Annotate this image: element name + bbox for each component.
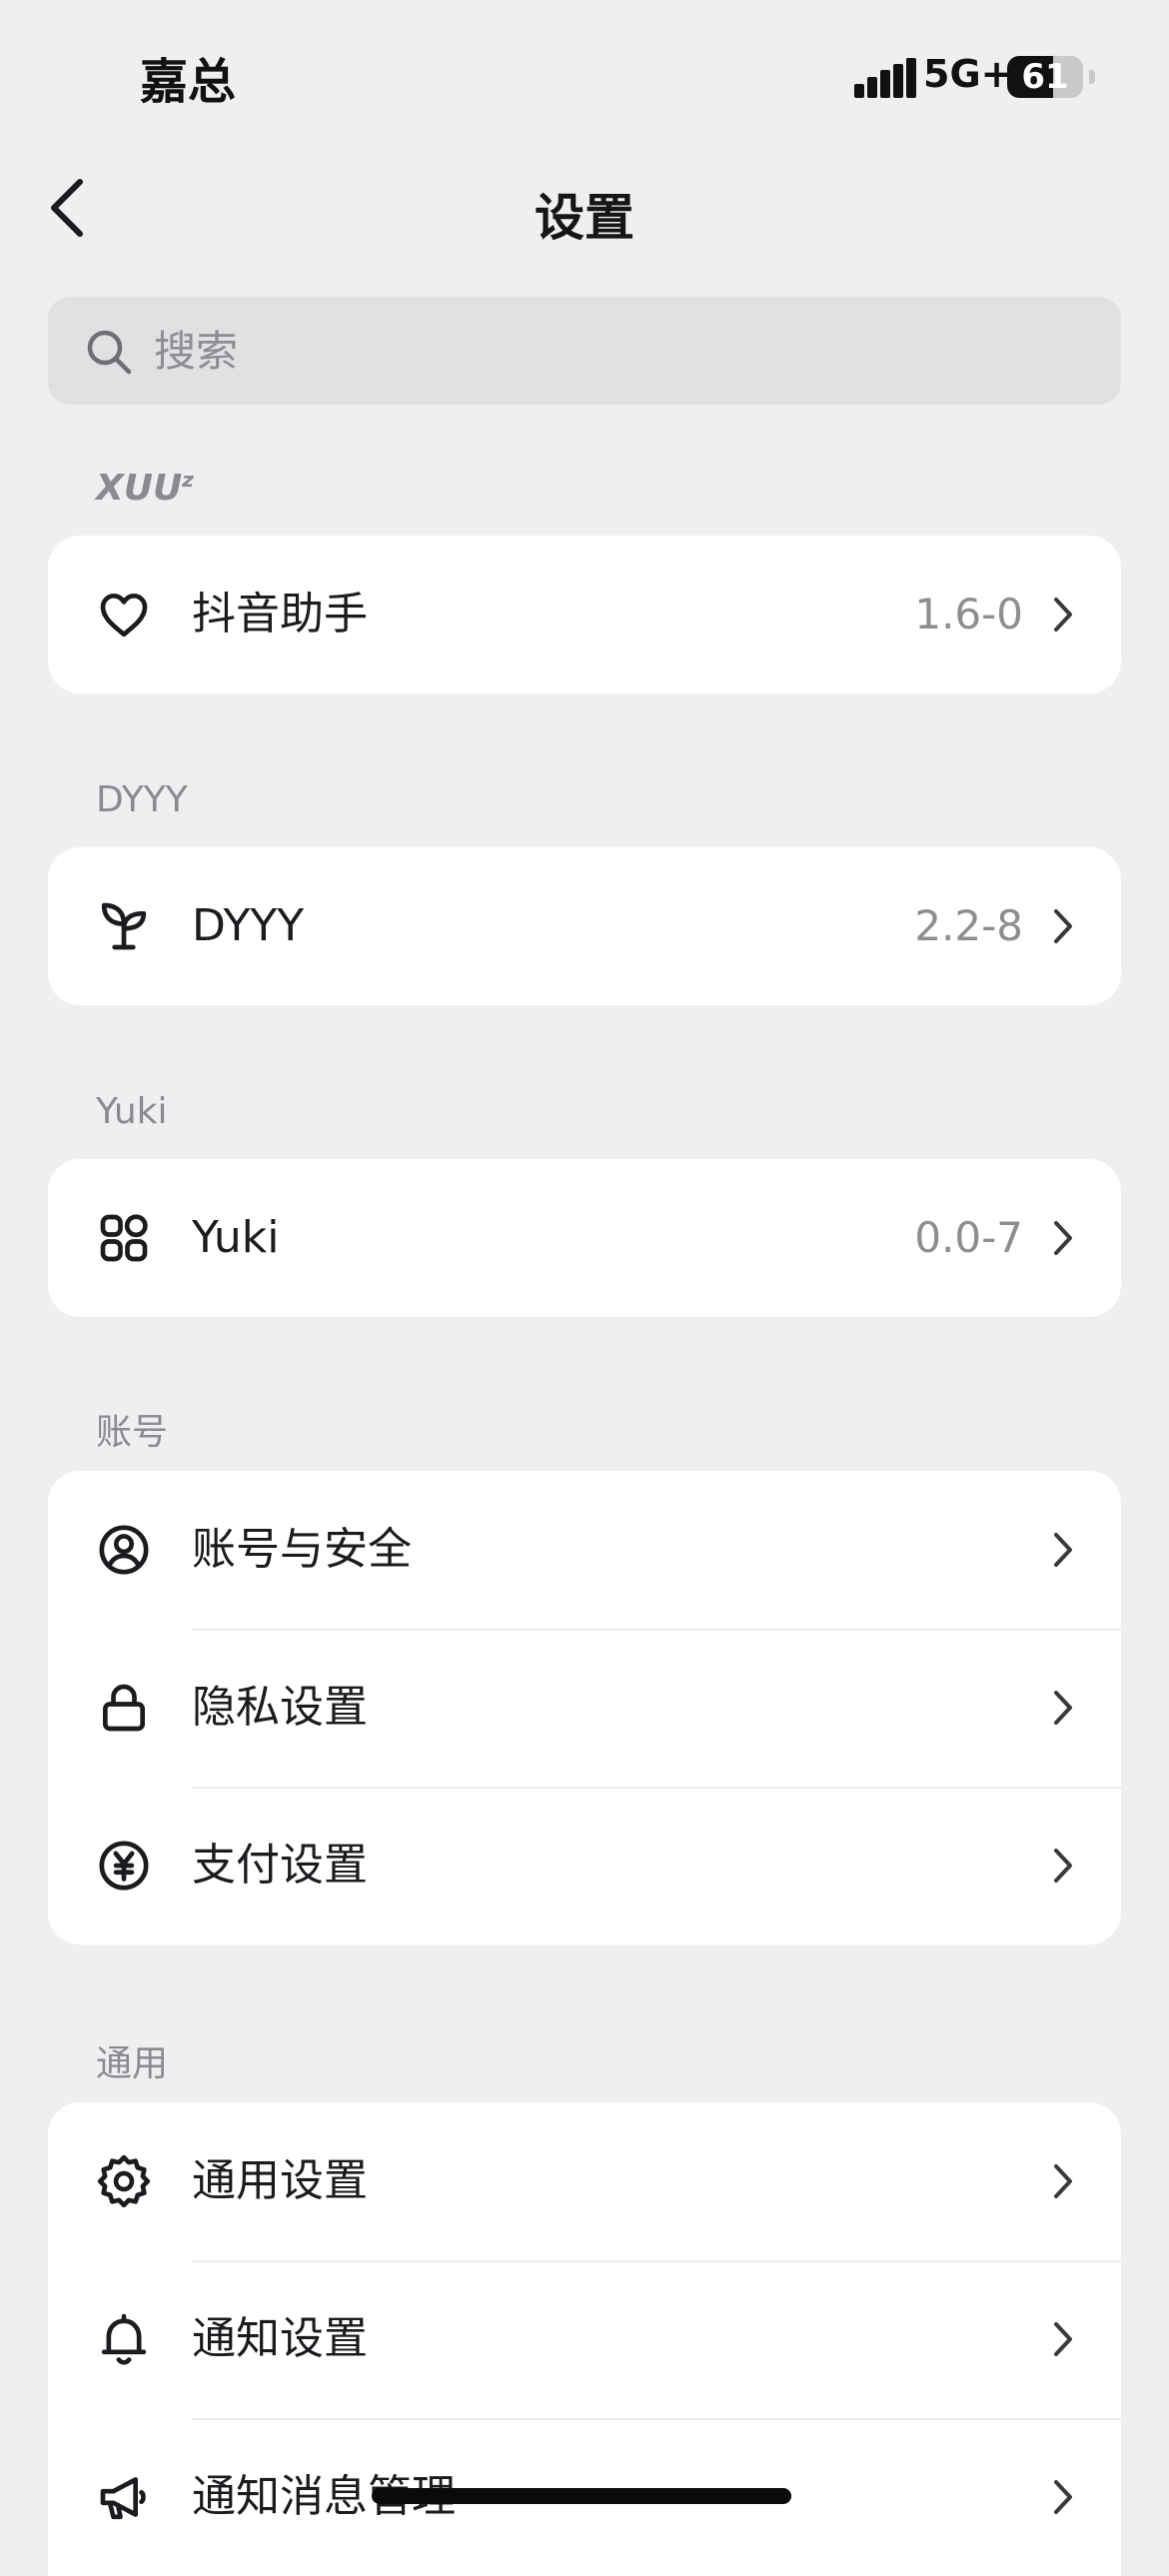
settings-row-account-security[interactable]: 账号与安全 <box>48 1471 1121 1629</box>
card-dyyy: DYYY 2.2-8 <box>48 847 1121 1005</box>
battery-icon: 61 <box>1007 56 1095 100</box>
section-label-general: 通用 <box>96 2043 169 2084</box>
user-circle-icon <box>99 1525 149 1575</box>
battery-percent: 61 <box>1021 57 1069 97</box>
section-label-xuuz-sup: z <box>182 468 194 492</box>
row-label: 通知设置 <box>192 2313 368 2364</box>
row-label: 抖音助手 <box>192 589 368 640</box>
apps-grid-icon <box>100 1214 148 1262</box>
section-label-dyyy: DYYY <box>96 779 188 820</box>
settings-row-privacy[interactable]: 隐私设置 <box>48 1629 1121 1787</box>
section-label-xuuz-text: XUU <box>96 468 183 509</box>
settings-row-notifications[interactable]: 通知设置 <box>48 2260 1121 2418</box>
chevron-right-icon <box>1054 2322 1072 2356</box>
chevron-right-icon <box>1054 1221 1072 1255</box>
chevron-right-icon <box>1054 1691 1072 1725</box>
section-label-xuuz: XUUz <box>96 468 194 509</box>
chevron-right-icon <box>1054 2480 1072 2514</box>
battery-cap <box>1089 70 1095 84</box>
bell-icon <box>101 2313 147 2365</box>
card-yuki: Yuki 0.0-7 <box>48 1159 1121 1317</box>
heart-icon <box>100 594 148 638</box>
nav-bar: 设置 <box>0 150 1169 266</box>
chevron-right-icon <box>1054 1533 1072 1567</box>
chevron-right-icon <box>1054 1849 1072 1883</box>
chevron-right-icon <box>1054 598 1072 632</box>
status-carrier: 嘉总 <box>140 54 237 110</box>
signal-icon <box>854 58 916 98</box>
search-icon <box>87 330 132 375</box>
section-label-yuki: Yuki <box>96 1091 168 1132</box>
yen-circle-icon <box>99 1841 149 1891</box>
settings-row-general[interactable]: 通用设置 <box>48 2102 1121 2260</box>
page-title: 设置 <box>535 189 634 247</box>
megaphone-icon <box>100 2477 146 2520</box>
search-input[interactable] <box>154 297 1093 405</box>
status-bar: 嘉总 5G+ 61 <box>0 0 1169 150</box>
settings-row-payment[interactable]: 支付设置 <box>48 1787 1121 1944</box>
row-label: DYYY <box>192 900 305 951</box>
search-bar[interactable] <box>48 297 1121 405</box>
row-version: 0.0-7 <box>914 1213 1023 1262</box>
home-indicator[interactable] <box>372 2488 791 2504</box>
row-label: 隐私设置 <box>192 1682 368 1733</box>
row-version: 1.6-0 <box>914 590 1023 639</box>
settings-row-yuki[interactable]: Yuki 0.0-7 <box>48 1159 1121 1317</box>
gear-icon <box>97 2154 151 2208</box>
settings-row-dyyy[interactable]: DYYY 2.2-8 <box>48 847 1121 1005</box>
chevron-right-icon <box>1054 909 1072 943</box>
row-label: 支付设置 <box>192 1840 368 1891</box>
network-type: 5G+ <box>923 52 1013 96</box>
row-version: 2.2-8 <box>914 901 1023 950</box>
row-label: 账号与安全 <box>192 1524 412 1575</box>
section-label-account: 账号 <box>96 1412 169 1453</box>
row-label: Yuki <box>192 1212 280 1263</box>
row-label: 通用设置 <box>192 2155 368 2206</box>
sprout-icon <box>101 902 147 950</box>
card-general: 通用设置 通知设置 通知消息管理 <box>48 2102 1121 2576</box>
chevron-right-icon <box>1054 2164 1072 2198</box>
settings-row-douyin-helper[interactable]: 抖音助手 1.6-0 <box>48 536 1121 693</box>
card-xuuz: 抖音助手 1.6-0 <box>48 536 1121 693</box>
battery-body: 61 <box>1007 56 1083 98</box>
card-account: 账号与安全 隐私设置 支付设置 <box>48 1471 1121 1944</box>
lock-icon <box>103 1684 145 1732</box>
